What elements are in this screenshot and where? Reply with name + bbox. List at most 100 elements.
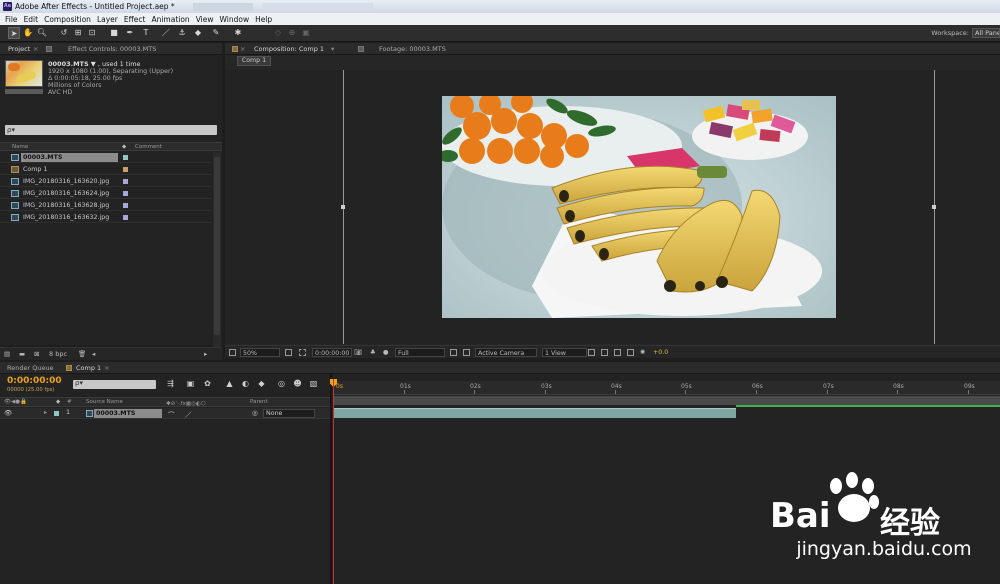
tab-effect-controls[interactable]: Effect Controls: 00003.MTS: [68, 45, 156, 53]
list-item[interactable]: 00003.MTS: [0, 152, 212, 163]
camera-select[interactable]: Active Camera: [475, 348, 537, 357]
tab-footage[interactable]: Footage: 00003.MTS: [379, 45, 446, 53]
menu-window[interactable]: Window: [220, 15, 250, 24]
list-item[interactable]: IMG_20180316_163632.jpg: [0, 212, 212, 223]
hand-tool-icon[interactable]: ✋: [22, 27, 34, 39]
close-icon[interactable]: ×: [104, 364, 109, 372]
show-channel-icon[interactable]: ♣: [370, 348, 376, 357]
grid-icon[interactable]: [285, 349, 292, 356]
roto-brush-tool-icon[interactable]: ✎: [210, 27, 222, 39]
brush-tool-icon[interactable]: ／: [160, 27, 172, 39]
timeline-icon[interactable]: [614, 349, 621, 356]
fast-previews-icon[interactable]: [450, 349, 457, 356]
auto-keyframe-icon[interactable]: ◎: [276, 378, 287, 389]
list-item[interactable]: IMG_20180316_163624.jpg: [0, 188, 212, 199]
puppet-pin-tool-icon[interactable]: ✱: [232, 27, 244, 39]
trash-icon[interactable]: 🗑︎: [78, 350, 86, 358]
menu-composition[interactable]: Composition: [44, 15, 91, 24]
table-row[interactable]: 👁︎ ▸ 1 00003.MTS ⌒ ／ ◎ None: [0, 408, 330, 419]
timeline-divider[interactable]: [330, 374, 332, 584]
exposure-icon[interactable]: ✺: [640, 348, 645, 357]
rectangle-tool-icon[interactable]: ■: [108, 27, 120, 39]
tab-project[interactable]: Project: [8, 45, 30, 53]
brainstorm-icon[interactable]: ◆: [256, 378, 267, 389]
flowchart-icon[interactable]: [627, 349, 634, 356]
frame-blending-icon[interactable]: ▲: [224, 378, 235, 389]
resolution-select[interactable]: Full: [395, 348, 445, 357]
list-item[interactable]: Comp 1: [0, 164, 212, 175]
transparency-grid-icon[interactable]: [299, 349, 306, 356]
scroll-right-icon[interactable]: ▸: [204, 350, 207, 358]
scroll-left-icon[interactable]: ◂: [92, 350, 95, 358]
toggle-transparency-icon[interactable]: [463, 349, 470, 356]
list-item[interactable]: IMG_20180316_163628.jpg: [0, 200, 212, 211]
selection-tool-icon[interactable]: ➤: [8, 27, 20, 39]
eraser-tool-icon[interactable]: ◆: [192, 27, 204, 39]
clone-stamp-tool-icon[interactable]: ⚓: [176, 27, 188, 39]
motion-blur-icon[interactable]: ◐: [240, 378, 251, 389]
close-icon[interactable]: ×: [240, 45, 245, 53]
column-parent[interactable]: Parent: [250, 399, 268, 405]
fast-preview-icon[interactable]: [601, 349, 608, 356]
region-of-interest-icon[interactable]: [229, 349, 236, 356]
menu-edit[interactable]: Edit: [24, 15, 39, 24]
transform-handle[interactable]: [932, 205, 936, 209]
chevron-down-icon[interactable]: ▾: [331, 45, 334, 53]
menu-effect[interactable]: Effect: [124, 15, 146, 24]
layer-name[interactable]: 00003.MTS: [94, 409, 162, 418]
new-folder-icon[interactable]: ▬: [19, 350, 25, 358]
menu-file[interactable]: File: [5, 15, 18, 24]
bpc-label[interactable]: 8 bpc: [49, 350, 67, 358]
rotate-tool-icon[interactable]: ↺: [58, 27, 70, 39]
magnification-select[interactable]: 50%: [240, 348, 280, 357]
work-area-bar[interactable]: [334, 396, 1000, 405]
zoom-tool-icon[interactable]: 🔍︎: [36, 27, 48, 39]
camera-tool-icon[interactable]: ⊞: [72, 27, 84, 39]
composition-mini-flowchart-icon[interactable]: ⇶: [165, 378, 176, 389]
transform-handle[interactable]: [341, 205, 345, 209]
view-layout-select[interactable]: 1 View: [542, 348, 587, 357]
timeline-timecode[interactable]: 0:00:00:00: [7, 376, 62, 386]
type-tool-icon[interactable]: T: [140, 27, 152, 39]
layer-label-color[interactable]: [54, 411, 59, 416]
comp-breadcrumb[interactable]: Comp 1: [237, 56, 271, 66]
draft-3d-icon[interactable]: ▣: [185, 378, 196, 389]
pen-tool-icon[interactable]: ✒: [124, 27, 136, 39]
expand-triangle-icon[interactable]: ▸: [44, 409, 47, 416]
column-name[interactable]: Name: [12, 144, 28, 150]
parent-select[interactable]: None: [263, 409, 315, 418]
close-icon[interactable]: ×: [33, 45, 38, 53]
playhead-line[interactable]: [333, 379, 334, 584]
eye-icon[interactable]: 👁︎: [4, 409, 12, 417]
column-comment[interactable]: Comment: [135, 144, 162, 150]
project-search-input[interactable]: ρ▾: [5, 125, 217, 135]
menu-animation[interactable]: Animation: [151, 15, 189, 24]
workspace-select[interactable]: All Panels: [972, 28, 1000, 38]
timeline-search-input[interactable]: ρ▾: [73, 379, 156, 389]
list-item[interactable]: IMG_20180316_163620.jpg: [0, 176, 212, 187]
interpret-footage-icon[interactable]: ▤: [4, 350, 10, 358]
snapshot-icon[interactable]: 📷︎: [354, 348, 362, 357]
parent-pick-whip-icon[interactable]: ◎: [252, 409, 258, 417]
menu-view[interactable]: View: [196, 15, 214, 24]
tab-composition[interactable]: Composition: Comp 1: [254, 45, 324, 53]
tab-comp-1[interactable]: Comp 1: [76, 364, 101, 372]
tab-render-queue[interactable]: Render Queue: [7, 364, 54, 372]
time-ruler[interactable]: 0s 01s 02s 03s 04s 05s 06s 07s 08s 09s: [334, 381, 1000, 395]
layer-duration-bar[interactable]: [334, 408, 736, 418]
new-composition-icon[interactable]: ⊠: [34, 350, 39, 358]
exposure-value[interactable]: +0.0: [653, 348, 668, 357]
menu-layer[interactable]: Layer: [97, 15, 118, 24]
project-scrollbar[interactable]: [213, 152, 221, 347]
menu-help[interactable]: Help: [255, 15, 272, 24]
column-source-name[interactable]: Source Name: [86, 399, 123, 405]
quality-switch-icon[interactable]: ／: [185, 409, 192, 419]
shy-switch-icon[interactable]: ⌒: [168, 409, 175, 419]
hide-shy-layers-icon[interactable]: ✿: [202, 378, 213, 389]
pan-behind-tool-icon[interactable]: ⊡: [86, 27, 98, 39]
toggle-pixel-aspect-icon[interactable]: [588, 349, 595, 356]
graph-editor-icon[interactable]: ☻: [292, 378, 303, 389]
color-channel-icon[interactable]: ●: [383, 348, 389, 357]
live-update-icon[interactable]: ▧: [308, 378, 319, 389]
current-time-field[interactable]: 0:00:00:00: [312, 348, 353, 357]
